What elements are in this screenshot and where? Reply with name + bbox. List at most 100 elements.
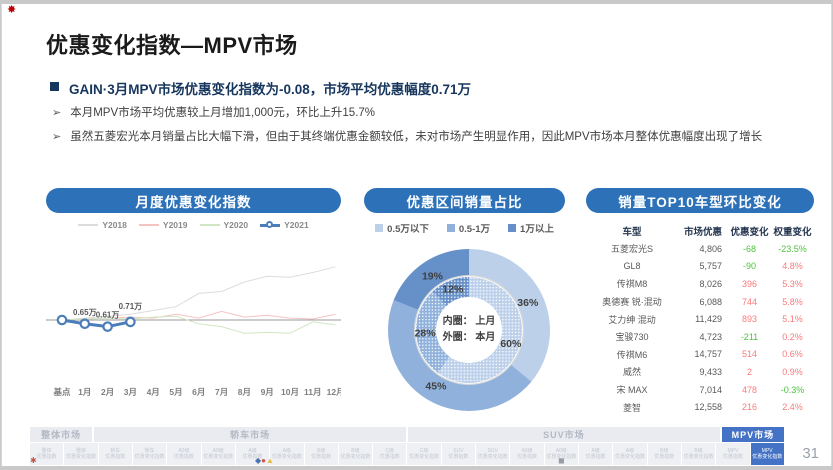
brand-logo-icon: ✸	[7, 5, 16, 16]
line-legend-item: Y2019	[139, 220, 188, 230]
svg-text:10月: 10月	[281, 387, 299, 397]
line-chart: 0.65万0.61万0.71万基点1月2月3月4月5月6月7月8月9月10月11…	[46, 232, 341, 404]
market-discount: 8,026	[678, 279, 728, 289]
svg-text:0.61万: 0.61万	[96, 311, 120, 320]
footer-tab-line2: 优惠指数	[174, 454, 194, 460]
footer-tab-line2: 优惠变化指数	[135, 454, 165, 460]
svg-text:5月: 5月	[169, 387, 182, 397]
footer-tab-MPV-优惠变化指数[interactable]: MPV优惠变化指数	[751, 443, 784, 465]
footer-tab-A级-优惠变化指数[interactable]: A级优惠变化指数	[613, 443, 646, 465]
footer-tab-轿车-优惠变化指数[interactable]: 轿车优惠变化指数	[133, 443, 166, 465]
bullet-2-text: 虽然五菱宏光本月销量占比大幅下滑，但由于其终端优惠金额较低，未对市场产生明显作用…	[70, 128, 762, 147]
footer-tab-A0级-优惠指数[interactable]: A0级优惠指数	[510, 443, 543, 465]
footer-group-轿车市场[interactable]: 轿车市场	[94, 427, 406, 442]
footer-tab-轿车-优惠指数[interactable]: 轿车优惠指数	[99, 443, 132, 465]
svg-text:12月: 12月	[327, 387, 341, 397]
weight-change: -0.3%	[771, 385, 814, 395]
footer-tab-整体-优惠变化指数[interactable]: 整体优惠变化指数	[64, 443, 97, 465]
donut-legend-swatch-icon	[447, 224, 455, 232]
footer-group-整体市场[interactable]: 整体市场	[30, 427, 92, 442]
footer-tab-line2: 优惠指数	[448, 454, 468, 460]
arrow-bullet-icon: ➢	[52, 104, 61, 123]
footer-tab-line2: 优惠变化指数	[752, 454, 782, 460]
line-legend-swatch-icon	[200, 224, 220, 226]
top10-col-header: 市场优惠	[678, 224, 728, 238]
footer-group-SUV市场[interactable]: SUV市场	[408, 427, 720, 442]
svg-text:3月: 3月	[124, 387, 137, 397]
line-legend-label: Y2020	[224, 220, 249, 230]
footer-tab-A级-优惠指数[interactable]: A级优惠指数	[579, 443, 612, 465]
top10-table-header: 车型市场优惠优惠变化权重变化	[586, 222, 814, 240]
weight-change: 4.8%	[771, 261, 814, 271]
model-name: 奥德赛 锐·混动	[586, 295, 678, 308]
weight-change: 2.4%	[771, 402, 814, 412]
top10-col-header: 权重变化	[771, 224, 814, 238]
discount-change: -68	[728, 244, 771, 254]
market-discount: 14,757	[678, 349, 728, 359]
footer-tab-line2: 优惠指数	[243, 454, 263, 460]
svg-text:19%: 19%	[422, 271, 444, 283]
bullet-2: ➢ 虽然五菱宏光本月销量占比大幅下滑，但由于其终端优惠金额较低，未对市场产生明显…	[52, 128, 792, 147]
footer-tab-C级-优惠变化指数[interactable]: C级优惠变化指数	[407, 443, 440, 465]
footer-tab-line2: 优惠变化指数	[615, 454, 645, 460]
footer-tab-A级-优惠变化指数[interactable]: A级优惠变化指数	[270, 443, 303, 465]
footer-tab-A0级-优惠变化指数[interactable]: A0级优惠变化指数	[202, 443, 235, 465]
donut-legend: 0.5万以下 0.5-1万 1万以上	[364, 221, 565, 235]
footer-tab-line2: 优惠指数	[105, 454, 125, 460]
top10-col-header: 优惠变化	[728, 224, 771, 238]
footer-tab-B级-优惠变化指数[interactable]: B级优惠变化指数	[339, 443, 372, 465]
footer-tab-line2: 优惠指数	[654, 454, 674, 460]
footer-tab-A0级-优惠变化指数[interactable]: A0级优惠变化指数	[545, 443, 578, 465]
footer-tab-A级-优惠指数[interactable]: A级优惠指数	[236, 443, 269, 465]
footer-tab-line2: 优惠指数	[723, 454, 743, 460]
donut-legend-item: 1万以上	[508, 221, 554, 235]
market-discount: 4,806	[678, 244, 728, 254]
market-discount: 9,433	[678, 367, 728, 377]
svg-text:36%: 36%	[517, 297, 539, 309]
donut-center-line1: 内圈： 上月	[443, 314, 496, 330]
footer-tab-SUV-优惠指数[interactable]: SUV优惠指数	[442, 443, 475, 465]
table-row: GL85,757-904.8%	[586, 258, 814, 276]
donut-legend-label: 0.5万以下	[387, 221, 429, 235]
footer-tab-A0级-优惠指数[interactable]: A0级优惠指数	[167, 443, 200, 465]
page-number: 31	[802, 445, 819, 462]
svg-text:9月: 9月	[261, 387, 274, 397]
footer-tab-B级-优惠变化指数[interactable]: B级优惠变化指数	[682, 443, 715, 465]
svg-text:0.65万: 0.65万	[73, 308, 97, 317]
market-discount: 12,558	[678, 402, 728, 412]
footer-group-MPV市场[interactable]: MPV市场	[722, 427, 784, 442]
footer-tab-B级-优惠指数[interactable]: B级优惠指数	[648, 443, 681, 465]
svg-text:12%: 12%	[442, 284, 464, 296]
table-row: 宝骏7304,723-2110.2%	[586, 328, 814, 346]
line-legend-label: Y2018	[102, 220, 127, 230]
weight-change: -23.5%	[771, 244, 814, 254]
bullet-1: ➢ 本月MPV市场平均优惠较上月增加1,000元，环比上升15.7%	[52, 104, 792, 123]
svg-text:0.71万: 0.71万	[119, 302, 143, 311]
svg-text:基点: 基点	[52, 387, 71, 397]
headline-text: GAIN·3月MPV市场优惠变化指数为-0.08，市场平均优惠幅度0.71万	[69, 78, 471, 98]
footer-tab-MPV-优惠指数[interactable]: MPV优惠指数	[716, 443, 749, 465]
model-name: 艾力绅 混动	[586, 313, 678, 326]
donut-legend-label: 0.5-1万	[459, 221, 490, 235]
headline-row: GAIN·3月MPV市场优惠变化指数为-0.08，市场平均优惠幅度0.71万	[50, 78, 471, 98]
footer-tab-line2: 优惠指数	[380, 454, 400, 460]
donut-legend-item: 0.5万以下	[375, 221, 429, 235]
footer-tab-line2: 优惠指数	[517, 454, 537, 460]
footer-tab-line2: 优惠指数	[311, 454, 331, 460]
market-discount: 6,088	[678, 297, 728, 307]
svg-text:1月: 1月	[78, 387, 91, 397]
screenshot-stage: ✸ 优惠变化指数—MPV市场 GAIN·3月MPV市场优惠变化指数为-0.08，…	[0, 0, 833, 470]
market-discount: 11,429	[678, 314, 728, 324]
donut-legend-label: 1万以上	[520, 221, 554, 235]
footer-tab-C级-优惠指数[interactable]: C级优惠指数	[373, 443, 406, 465]
panel-title-line-chart: 月度优惠变化指数	[46, 188, 341, 213]
top10-col-header: 车型	[586, 224, 678, 238]
footer-tab-B级-优惠指数[interactable]: B级优惠指数	[305, 443, 338, 465]
footer-tab-line2: 优惠指数	[586, 454, 606, 460]
top10-table: 车型市场优惠优惠变化权重变化 五菱宏光S4,806-68-23.5%GL85,7…	[586, 222, 814, 416]
footer-tab-line2: 优惠变化指数	[272, 454, 302, 460]
market-discount: 7,014	[678, 385, 728, 395]
donut-legend-item: 0.5-1万	[447, 221, 490, 235]
footer-tab-整体-优惠指数[interactable]: 整体优惠指数	[30, 443, 63, 465]
footer-tab-SUV-优惠变化指数[interactable]: SUV优惠变化指数	[476, 443, 509, 465]
